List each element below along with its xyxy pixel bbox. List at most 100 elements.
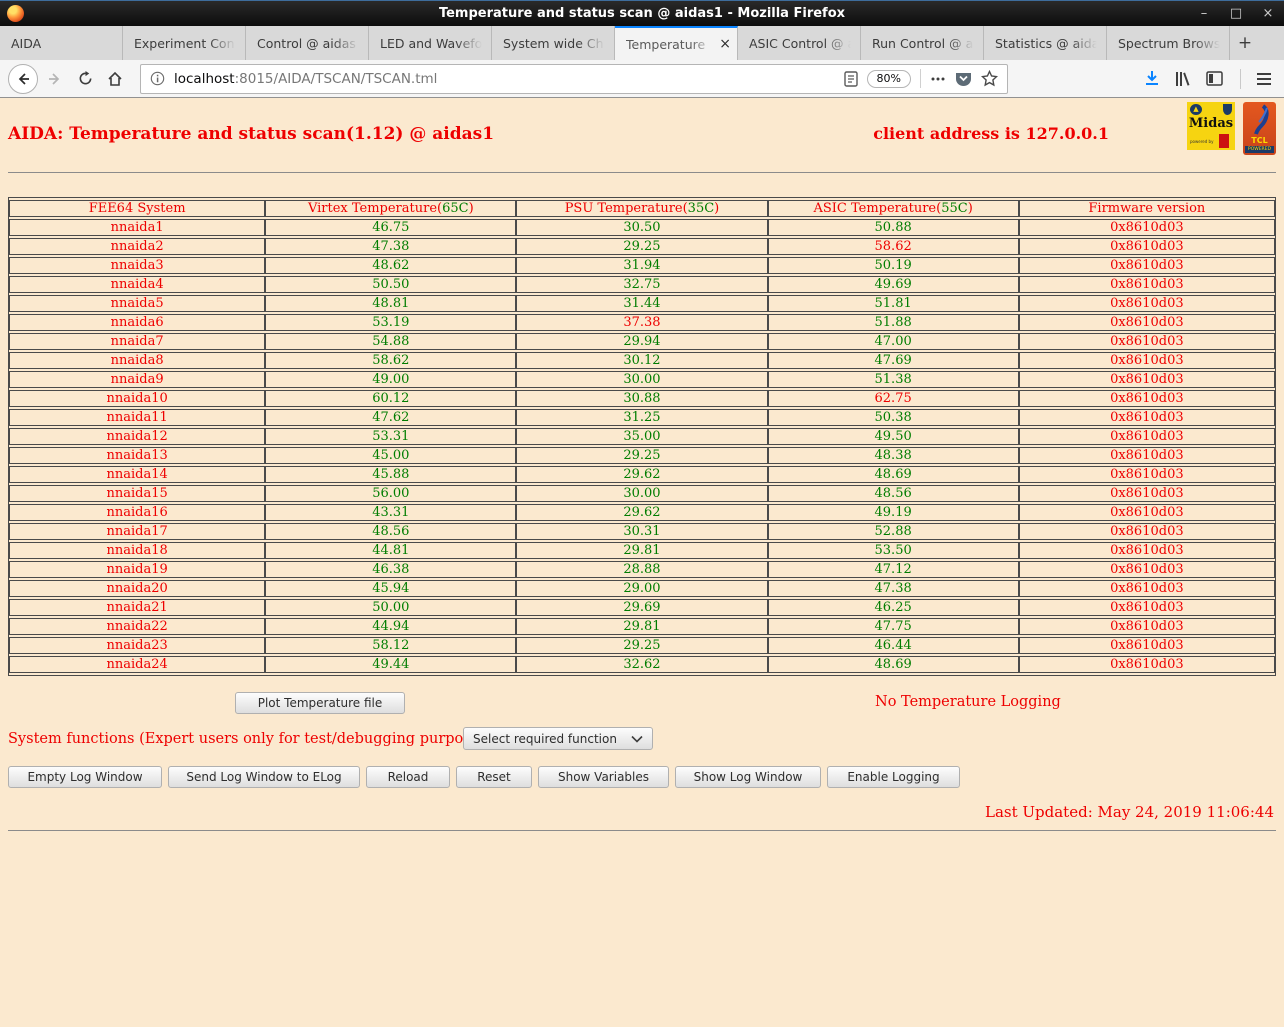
downloads-icon[interactable]	[1144, 70, 1160, 87]
virtex-temp-cell: 50.00	[265, 599, 517, 616]
table-row: nnaida23 58.12 29.25 46.44 0x8610d03	[9, 637, 1275, 654]
fee64-system-cell: nnaida24	[9, 656, 266, 673]
psu-temp-cell: 29.62	[516, 504, 768, 521]
fee64-system-cell: nnaida9	[9, 371, 266, 388]
table-row: nnaida13 45.00 29.25 48.38 0x8610d03	[9, 447, 1275, 464]
tab-led-waveform[interactable]: LED and Wavefo	[369, 26, 492, 60]
table-row: nnaida6 53.19 37.38 51.88 0x8610d03	[9, 314, 1275, 331]
asic-temp-cell: 46.25	[767, 599, 1019, 616]
firmware-cell: 0x8610d03	[1018, 561, 1275, 578]
table-row: nnaida9 49.00 30.00 51.38 0x8610d03	[9, 371, 1275, 388]
firmware-cell: 0x8610d03	[1018, 656, 1275, 673]
tab-run-control[interactable]: Run Control @ a	[861, 26, 984, 60]
fee64-system-cell: nnaida15	[9, 485, 266, 502]
zoom-level-button[interactable]: 80%	[866, 69, 911, 88]
firmware-cell: 0x8610d03	[1018, 390, 1275, 407]
virtex-temp-cell: 49.00	[265, 371, 517, 388]
psu-temp-cell: 29.25	[516, 238, 768, 255]
psu-temp-cell: 29.69	[516, 599, 768, 616]
url-path: :8015/AIDA/TSCAN/TSCAN.tml	[234, 70, 438, 87]
empty-log-window-button[interactable]: Empty Log Window	[8, 766, 162, 788]
column-header: ASIC Temperature(55C)	[767, 200, 1019, 217]
logging-status-text: No Temperature Logging	[875, 694, 1061, 710]
show-variables-button[interactable]: Show Variables	[538, 766, 669, 788]
tab-close-icon[interactable]: ×	[719, 37, 731, 51]
forward-icon[interactable]	[40, 64, 70, 94]
table-row: nnaida11 47.62 31.25 50.38 0x8610d03	[9, 409, 1275, 426]
new-tab-button[interactable]: +	[1230, 26, 1260, 60]
send-log-to-elog-button[interactable]: Send Log Window to ELog	[168, 766, 360, 788]
reset-button[interactable]: Reset	[456, 766, 532, 788]
reader-mode-icon[interactable]	[843, 70, 858, 87]
virtex-temp-cell: 46.75	[265, 219, 517, 236]
function-select-dropdown[interactable]: Select required function	[463, 727, 653, 750]
tab-asic-control[interactable]: ASIC Control @ a	[738, 26, 861, 60]
reload-button[interactable]: Reload	[366, 766, 450, 788]
pocket-icon[interactable]	[955, 71, 972, 87]
url-bar[interactable]: localhost :8015/AIDA/TSCAN/TSCAN.tml 80%	[140, 63, 1008, 94]
library-icon[interactable]	[1175, 71, 1191, 87]
firefox-icon	[7, 5, 24, 22]
firmware-cell: 0x8610d03	[1018, 314, 1275, 331]
sidebar-icon[interactable]	[1206, 71, 1223, 86]
bookmark-star-icon[interactable]	[981, 70, 998, 87]
table-row: nnaida16 43.31 29.62 49.19 0x8610d03	[9, 504, 1275, 521]
asic-temp-cell: 47.75	[767, 618, 1019, 635]
show-log-window-button[interactable]: Show Log Window	[675, 766, 821, 788]
tab-statistics[interactable]: Statistics @ aida	[984, 26, 1107, 60]
tab-temperature-active[interactable]: Temperature ×	[615, 26, 738, 60]
midas-triangle-icon: ▲	[1190, 104, 1202, 115]
close-button[interactable]: ×	[1252, 1, 1284, 27]
plot-temperature-button[interactable]: Plot Temperature file	[235, 692, 405, 714]
action-button-row: Empty Log Window Send Log Window to ELog…	[8, 766, 1284, 788]
virtex-temp-cell: 45.00	[265, 447, 517, 464]
client-address-text: client address is 127.0.0.1	[873, 124, 1109, 143]
firmware-cell: 0x8610d03	[1018, 409, 1275, 426]
fee64-system-cell: nnaida19	[9, 561, 266, 578]
urlbar-separator	[920, 69, 921, 88]
tab-control[interactable]: Control @ aidas	[246, 26, 369, 60]
firmware-cell: 0x8610d03	[1018, 428, 1275, 445]
asic-temp-cell: 47.69	[767, 352, 1019, 369]
reload-icon[interactable]	[70, 64, 100, 94]
table-row: nnaida18 44.81 29.81 53.50 0x8610d03	[9, 542, 1275, 559]
table-row: nnaida17 48.56 30.31 52.88 0x8610d03	[9, 523, 1275, 540]
fee64-system-cell: nnaida16	[9, 504, 266, 521]
asic-temp-cell: 49.69	[767, 276, 1019, 293]
tab-experiment-control[interactable]: Experiment Con	[123, 26, 246, 60]
virtex-temp-cell: 46.38	[265, 561, 517, 578]
virtex-temp-cell: 47.62	[265, 409, 517, 426]
psu-temp-cell: 29.25	[516, 447, 768, 464]
midas-redbox-icon	[1219, 134, 1229, 148]
minimize-button[interactable]: –	[1188, 1, 1220, 27]
psu-temp-cell: 31.94	[516, 257, 768, 274]
fee64-system-cell: nnaida22	[9, 618, 266, 635]
tab-system-wide-checks[interactable]: System wide Ch	[492, 26, 615, 60]
asic-temp-cell: 50.19	[767, 257, 1019, 274]
asic-temp-cell: 49.19	[767, 504, 1019, 521]
virtex-temp-cell: 56.00	[265, 485, 517, 502]
asic-temp-cell: 46.44	[767, 637, 1019, 654]
menu-hamburger-icon[interactable]	[1256, 72, 1272, 86]
page-actions-icon[interactable]	[930, 71, 946, 87]
asic-temp-cell: 53.50	[767, 542, 1019, 559]
asic-temp-cell: 47.12	[767, 561, 1019, 578]
psu-temp-cell: 29.94	[516, 333, 768, 350]
tab-aida[interactable]: AIDA	[0, 26, 123, 60]
virtex-temp-cell: 43.31	[265, 504, 517, 521]
page-header: AIDA: Temperature and status scan(1.12) …	[0, 98, 1284, 162]
site-info-icon[interactable]	[150, 71, 165, 86]
table-row: nnaida24 49.44 32.62 48.69 0x8610d03	[9, 656, 1275, 673]
fee64-system-cell: nnaida2	[9, 238, 266, 255]
enable-logging-button[interactable]: Enable Logging	[827, 766, 960, 788]
psu-temp-cell: 30.00	[516, 485, 768, 502]
maximize-button[interactable]: □	[1220, 1, 1252, 27]
navigation-toolbar: localhost :8015/AIDA/TSCAN/TSCAN.tml 80%	[0, 60, 1284, 98]
home-icon[interactable]	[100, 64, 130, 94]
virtex-temp-cell: 60.12	[265, 390, 517, 407]
tab-spectrum-browser[interactable]: Spectrum Brows	[1107, 26, 1230, 60]
back-icon[interactable]	[8, 63, 38, 94]
table-row: nnaida12 53.31 35.00 49.50 0x8610d03	[9, 428, 1275, 445]
asic-temp-cell: 47.38	[767, 580, 1019, 597]
toolbar-separator	[1240, 68, 1241, 89]
